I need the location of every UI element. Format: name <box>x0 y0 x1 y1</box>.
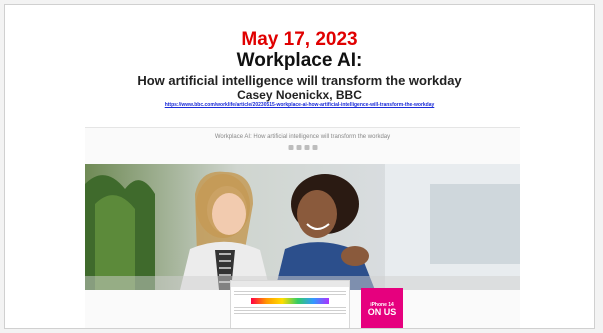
iphone-advertisement[interactable]: iPhone 14 ON US <box>361 288 403 328</box>
article-link[interactable]: https://www.bbc.com/worklife/article/202… <box>5 102 594 109</box>
ad-onus-text: ON US <box>367 307 397 317</box>
share-icon <box>288 145 293 150</box>
slide-author: Casey Noenickx, BBC <box>237 88 362 102</box>
share-icon <box>312 145 317 150</box>
share-icon <box>304 145 309 150</box>
slide-title: Workplace AI: <box>236 50 363 71</box>
slide-date: May 17, 2023 <box>241 29 358 50</box>
article-screenshot: Workplace AI: How artificial intelligenc… <box>85 127 520 328</box>
slide-header: May 17, 2023 Workplace AI: How artificia… <box>5 29 594 109</box>
article-preview <box>230 280 350 328</box>
slide-subtitle: How artificial intelligence will transfo… <box>137 73 462 88</box>
share-buttons <box>288 145 317 150</box>
share-icon <box>296 145 301 150</box>
two-women-photo <box>85 164 520 290</box>
screenshot-headline: Workplace AI: How artificial intelligenc… <box>214 134 391 140</box>
colorful-banner <box>251 298 329 304</box>
article-photo <box>85 164 520 290</box>
slide: May 17, 2023 Workplace AI: How artificia… <box>4 4 595 329</box>
